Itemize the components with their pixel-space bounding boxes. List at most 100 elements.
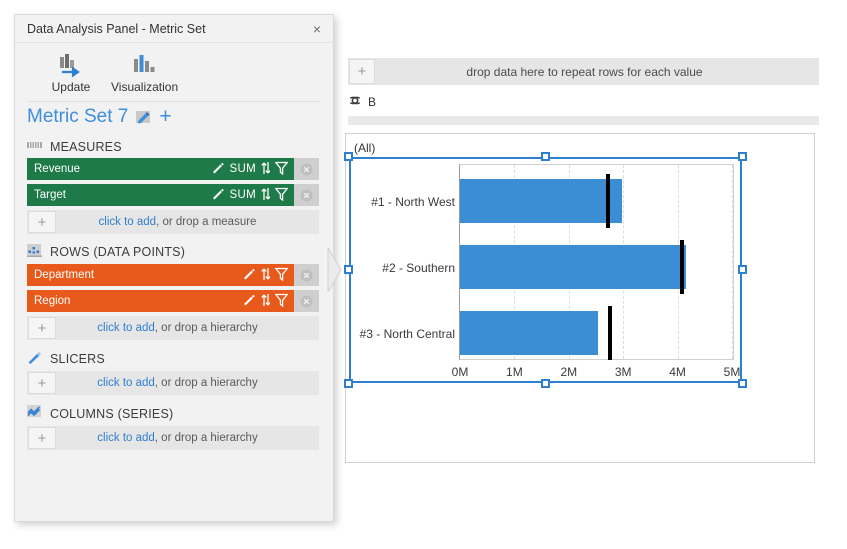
close-icon[interactable]: × [305, 18, 329, 40]
x-axis-tick-label: 2M [560, 365, 577, 379]
bar-chart-widget[interactable]: #1 - North West #2 - Southern #3 - North… [349, 157, 742, 383]
metric-set-header: Metric Set 7 + [15, 102, 333, 136]
panel-titlebar: Data Analysis Panel - Metric Set × [15, 15, 333, 43]
bar-revenue-southern[interactable]: #2 - Southern [460, 245, 686, 289]
target-marker-southern [680, 240, 684, 294]
rows-icon [27, 244, 43, 260]
resize-handle-bottom-left[interactable] [344, 379, 353, 388]
click-to-add-link[interactable]: click to add [99, 216, 157, 228]
section-rows: ROWS (DATA POINTS) Department [15, 241, 333, 340]
metric-set-name[interactable]: Metric Set 7 [27, 106, 128, 128]
aggregation-label[interactable]: SUM [230, 163, 256, 175]
funnel-icon[interactable] [275, 161, 288, 178]
pencil-icon[interactable] [212, 161, 225, 177]
chart-all-label: (All) [354, 141, 375, 155]
plus-icon: + [28, 211, 56, 233]
dashboard-row-label[interactable]: B [348, 94, 376, 110]
canvas-divider-strip [348, 116, 819, 125]
remove-circle-icon[interactable] [294, 264, 319, 286]
sort-arrows-icon[interactable] [261, 293, 270, 310]
bar-revenue-north-west[interactable]: #1 - North West [460, 179, 622, 223]
bar-revenue-north-central[interactable]: #3 - North Central [460, 311, 598, 355]
funnel-icon[interactable] [275, 187, 288, 204]
add-measure-prompt: click to add, or drop a measure [56, 216, 319, 228]
update-button[interactable]: Update [37, 49, 105, 96]
add-measure-dropzone[interactable]: + click to add, or drop a measure [27, 210, 319, 234]
click-to-add-link[interactable]: click to add [97, 377, 155, 389]
remove-circle-icon[interactable] [294, 158, 319, 180]
add-row-hierarchy-dropzone[interactable]: + click to add, or drop a hierarchy [27, 316, 319, 340]
refresh-icon[interactable] [348, 94, 362, 110]
plus-icon: + [28, 317, 56, 339]
measures-icon [27, 139, 43, 154]
field-label: Region [34, 295, 243, 307]
x-axis-tick-label: 0M [452, 365, 469, 379]
slicers-field-list: + click to add, or drop a hierarchy [15, 371, 333, 395]
field-label: Target [34, 189, 212, 201]
resize-handle-bottom-center[interactable] [541, 379, 550, 388]
sort-arrows-icon[interactable] [261, 267, 270, 284]
section-columns: COLUMNS (SERIES) + click to add, or drop… [15, 402, 333, 450]
data-analysis-panel: Data Analysis Panel - Metric Set × Updat… [14, 14, 334, 522]
add-slicer-prompt: click to add, or drop a hierarchy [56, 377, 319, 389]
panel-toolbar: Update Visualization [15, 43, 333, 101]
pencil-icon[interactable] [243, 293, 256, 309]
target-marker-north-west [606, 174, 610, 228]
resize-handle-middle-left[interactable] [344, 265, 353, 274]
funnel-icon[interactable] [275, 267, 288, 284]
click-to-add-link[interactable]: click to add [97, 432, 155, 444]
panel-collapse-handle[interactable] [327, 248, 343, 292]
drop-prompt-rest: , or drop a hierarchy [155, 432, 258, 444]
add-metric-set-icon[interactable]: + [159, 110, 171, 124]
category-label: #1 - North West [371, 196, 455, 208]
add-row-prompt: click to add, or drop a hierarchy [56, 322, 319, 334]
gridline [732, 165, 734, 359]
remove-circle-icon[interactable] [294, 290, 319, 312]
funnel-icon[interactable] [275, 293, 288, 310]
resize-handle-top-center[interactable] [541, 152, 550, 161]
visualization-button-label: Visualization [111, 80, 178, 94]
add-column-prompt: click to add, or drop a hierarchy [56, 432, 319, 444]
section-slicers-title: SLICERS [50, 352, 105, 366]
columns-icon [27, 405, 43, 422]
resize-handle-bottom-right[interactable] [738, 379, 747, 388]
x-axis-tick-label: 4M [669, 365, 686, 379]
section-measures: MEASURES Revenue SUM [15, 136, 333, 234]
update-chart-icon [58, 51, 84, 77]
category-label: #2 - Southern [382, 262, 455, 274]
resize-handle-top-right[interactable] [738, 152, 747, 161]
x-axis-tick-label: 5M [724, 365, 741, 379]
sort-arrows-icon[interactable] [261, 161, 270, 178]
visualization-button[interactable]: Visualization [105, 49, 184, 96]
columns-field-list: + click to add, or drop a hierarchy [15, 426, 333, 450]
field-row-revenue[interactable]: Revenue SUM [27, 158, 319, 180]
sort-arrows-icon[interactable] [261, 187, 270, 204]
add-column-dropzone[interactable]: + click to add, or drop a hierarchy [27, 426, 319, 450]
section-slicers: SLICERS + click to add, or drop a hierar… [15, 347, 333, 395]
click-to-add-link[interactable]: click to add [97, 322, 155, 334]
rows-field-list: Department [15, 264, 333, 340]
x-axis-tick-label: 1M [506, 365, 523, 379]
aggregation-label[interactable]: SUM [230, 189, 256, 201]
remove-circle-icon[interactable] [294, 184, 319, 206]
pencil-icon[interactable] [243, 267, 256, 283]
panel-title: Data Analysis Panel - Metric Set [27, 22, 305, 36]
section-measures-header: MEASURES [15, 136, 333, 158]
field-row-department[interactable]: Department [27, 264, 319, 286]
pencil-icon[interactable] [212, 187, 225, 203]
field-label: Revenue [34, 163, 212, 175]
field-label: Department [34, 269, 243, 281]
measures-field-list: Revenue SUM [15, 158, 333, 234]
field-row-target[interactable]: Target SUM [27, 184, 319, 206]
edit-pencil-icon[interactable] [135, 109, 152, 125]
bar-chart-icon [132, 51, 158, 77]
plot-area: #1 - North West #2 - Southern #3 - North… [459, 164, 734, 360]
field-row-region[interactable]: Region [27, 290, 319, 312]
drop-prompt-rest: , or drop a hierarchy [155, 322, 258, 334]
repeat-rows-dropzone[interactable]: + drop data here to repeat rows for each… [348, 58, 819, 85]
category-label: #3 - North Central [360, 328, 455, 340]
target-marker-north-central [608, 306, 612, 360]
resize-handle-middle-right[interactable] [738, 265, 747, 274]
add-slicer-dropzone[interactable]: + click to add, or drop a hierarchy [27, 371, 319, 395]
resize-handle-top-left[interactable] [344, 152, 353, 161]
